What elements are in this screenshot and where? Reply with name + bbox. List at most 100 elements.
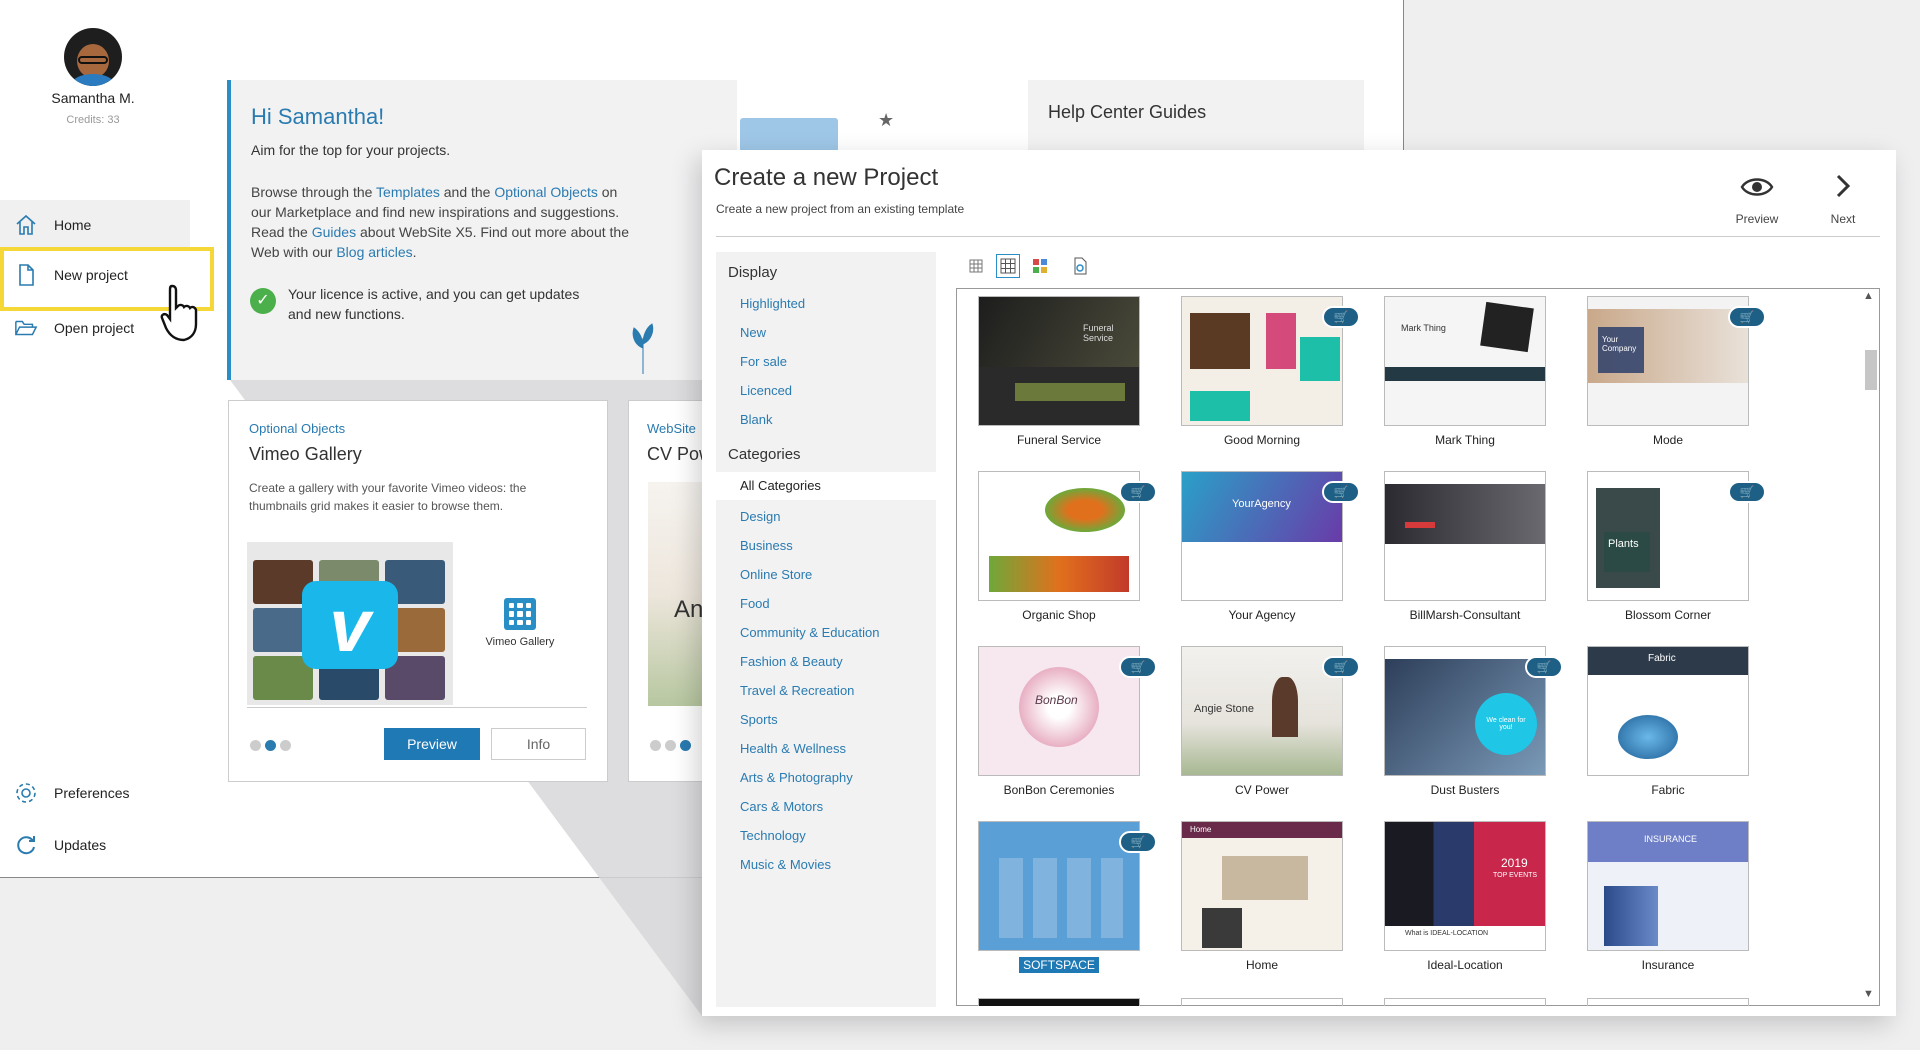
- category-arts-photography[interactable]: Arts & Photography: [740, 770, 853, 785]
- template-name: Mark Thing: [1435, 433, 1495, 447]
- template-card[interactable]: BillMarsh-Consultant: [1384, 471, 1546, 622]
- filter-for-sale[interactable]: For sale: [740, 354, 787, 369]
- next-button[interactable]: Next: [1808, 160, 1878, 230]
- optional-objects-link[interactable]: Optional Objects: [494, 184, 598, 200]
- template-card[interactable]: INSURANCE Insurance: [1587, 821, 1749, 972]
- template-thumbnail: Plants: [1587, 471, 1749, 601]
- template-card[interactable]: Funeral Service Funeral Service: [978, 296, 1140, 447]
- avatar[interactable]: [64, 28, 122, 86]
- cart-icon: 🛒: [1322, 656, 1360, 678]
- category-travel-recreation[interactable]: Travel & Recreation: [740, 683, 854, 698]
- blog-link[interactable]: Blog articles: [336, 244, 412, 260]
- template-card[interactable]: 2019 TOP EVENTS What is IDEAL-LOCATION I…: [1384, 821, 1546, 972]
- category-business[interactable]: Business: [740, 538, 793, 553]
- preview-label: Preview: [1735, 212, 1779, 226]
- import-template-icon[interactable]: [1068, 254, 1092, 278]
- templates-link[interactable]: Templates: [376, 184, 440, 200]
- category-community-education[interactable]: Community & Education: [740, 625, 879, 640]
- view-toolbar: [964, 254, 1092, 278]
- template-card[interactable]: Mark Thing Mark Thing: [1384, 296, 1546, 447]
- check-icon: ✓: [250, 288, 276, 314]
- template-card[interactable]: Plants 🛒 Blossom Corner: [1587, 471, 1766, 622]
- category-cars-motors[interactable]: Cars & Motors: [740, 799, 823, 814]
- category-music-movies[interactable]: Music & Movies: [740, 857, 831, 872]
- filter-blank[interactable]: Blank: [740, 412, 773, 427]
- template-card[interactable]: Angie Stone 🛒 CV Power: [1181, 646, 1360, 797]
- template-card[interactable]: [1587, 998, 1749, 1006]
- new-project-dialog: Create a new Project Create a new projec…: [702, 150, 1896, 1016]
- info-button[interactable]: Info: [491, 728, 586, 760]
- licence-status: ✓ Your licence is active, and you can ge…: [250, 284, 590, 324]
- filter-licenced[interactable]: Licenced: [740, 383, 792, 398]
- template-name: Organic Shop: [1022, 608, 1096, 622]
- user-credits: Credits: 33: [66, 114, 120, 126]
- template-card[interactable]: YourAgency 🛒 Your Agency: [1181, 471, 1360, 622]
- help-center-title: Help Center Guides: [1048, 102, 1207, 122]
- template-thumbnail: INSURANCE: [1587, 821, 1749, 951]
- next-label: Next: [1830, 212, 1856, 226]
- template-name: SOFTSPACE: [978, 957, 1140, 973]
- preview-button[interactable]: Preview: [384, 728, 480, 760]
- filter-new[interactable]: New: [740, 325, 766, 340]
- nav-updates[interactable]: Updates: [0, 820, 190, 870]
- scroll-down-icon[interactable]: ▼: [1863, 988, 1874, 1000]
- nav-open-project-label: Open project: [54, 320, 135, 336]
- nav-preferences[interactable]: Preferences: [0, 768, 190, 818]
- category-sports[interactable]: Sports: [740, 712, 778, 727]
- template-name: Dust Busters: [1430, 783, 1500, 797]
- template-card[interactable]: 🛒 Good Morning: [1181, 296, 1360, 447]
- welcome-panel: Hi Samantha! Aim for the top for your pr…: [227, 80, 737, 380]
- guides-link[interactable]: Guides: [312, 224, 356, 240]
- template-card[interactable]: Your Company 🛒 Mode: [1587, 296, 1766, 447]
- cart-icon: 🛒: [1728, 306, 1766, 328]
- template-card[interactable]: BonBon 🛒 BonBon Ceremonies: [978, 646, 1157, 797]
- template-card[interactable]: Home Home: [1181, 821, 1343, 972]
- template-card[interactable]: We clean for you! 🛒 Dust Busters: [1384, 646, 1563, 797]
- help-center-panel[interactable]: Help Center Guides: [1028, 80, 1364, 150]
- large-view-icon[interactable]: [1028, 254, 1052, 278]
- grid-gallery-icon: [504, 598, 536, 630]
- template-thumbnail: [978, 471, 1140, 601]
- illustration-card: [740, 118, 838, 152]
- category-all[interactable]: All Categories: [716, 472, 936, 500]
- cart-icon: 🛒: [1119, 656, 1157, 678]
- template-card[interactable]: 🛒 Organic Shop: [978, 471, 1157, 622]
- template-thumbnail: [978, 821, 1140, 951]
- template-card[interactable]: Fabric Fabric: [1587, 646, 1749, 797]
- preview-tool-button[interactable]: Preview: [1722, 160, 1792, 230]
- template-name: Insurance: [1641, 958, 1695, 972]
- category-food[interactable]: Food: [740, 596, 770, 611]
- dialog-title: Create a new Project: [714, 164, 939, 191]
- carousel-dots[interactable]: [250, 740, 291, 751]
- template-name: Good Morning: [1223, 433, 1301, 447]
- card-title: CV Pow: [647, 444, 708, 464]
- category-health-wellness[interactable]: Health & Wellness: [740, 741, 846, 756]
- filter-highlighted[interactable]: Highlighted: [740, 296, 805, 311]
- category-design[interactable]: Design: [740, 509, 780, 524]
- star-icon: ★: [878, 110, 895, 130]
- template-thumbnail: [1384, 471, 1546, 601]
- category-fashion-beauty[interactable]: Fashion & Beauty: [740, 654, 843, 669]
- cart-icon: 🛒: [1119, 481, 1157, 503]
- chevron-right-icon: [1833, 173, 1853, 202]
- carousel-dots[interactable]: [650, 740, 691, 751]
- nav-home[interactable]: Home: [0, 200, 190, 250]
- category-technology[interactable]: Technology: [740, 828, 806, 843]
- scrollbar[interactable]: [1860, 290, 1878, 1004]
- category-online-store[interactable]: Online Store: [740, 567, 812, 582]
- categories-header: Categories: [728, 446, 801, 463]
- vimeo-gallery-label: Vimeo Gallery: [485, 636, 555, 648]
- dialog-subtitle: Create a new project from an existing te…: [716, 202, 965, 216]
- scroll-up-icon[interactable]: ▲: [1863, 290, 1874, 302]
- template-card[interactable]: [1384, 998, 1546, 1006]
- template-thumbnail: We clean for you!: [1384, 646, 1546, 776]
- grid-view-icon[interactable]: [996, 254, 1020, 278]
- list-view-icon[interactable]: [964, 254, 988, 278]
- template-card[interactable]: 🛒 SOFTSPACE: [978, 821, 1157, 973]
- template-card[interactable]: [978, 998, 1140, 1006]
- template-card[interactable]: [1181, 998, 1343, 1006]
- home-icon: [14, 213, 38, 237]
- template-name: Blossom Corner: [1624, 608, 1712, 622]
- scroll-thumb[interactable]: [1865, 350, 1877, 390]
- template-name: Funeral Service: [1016, 433, 1102, 447]
